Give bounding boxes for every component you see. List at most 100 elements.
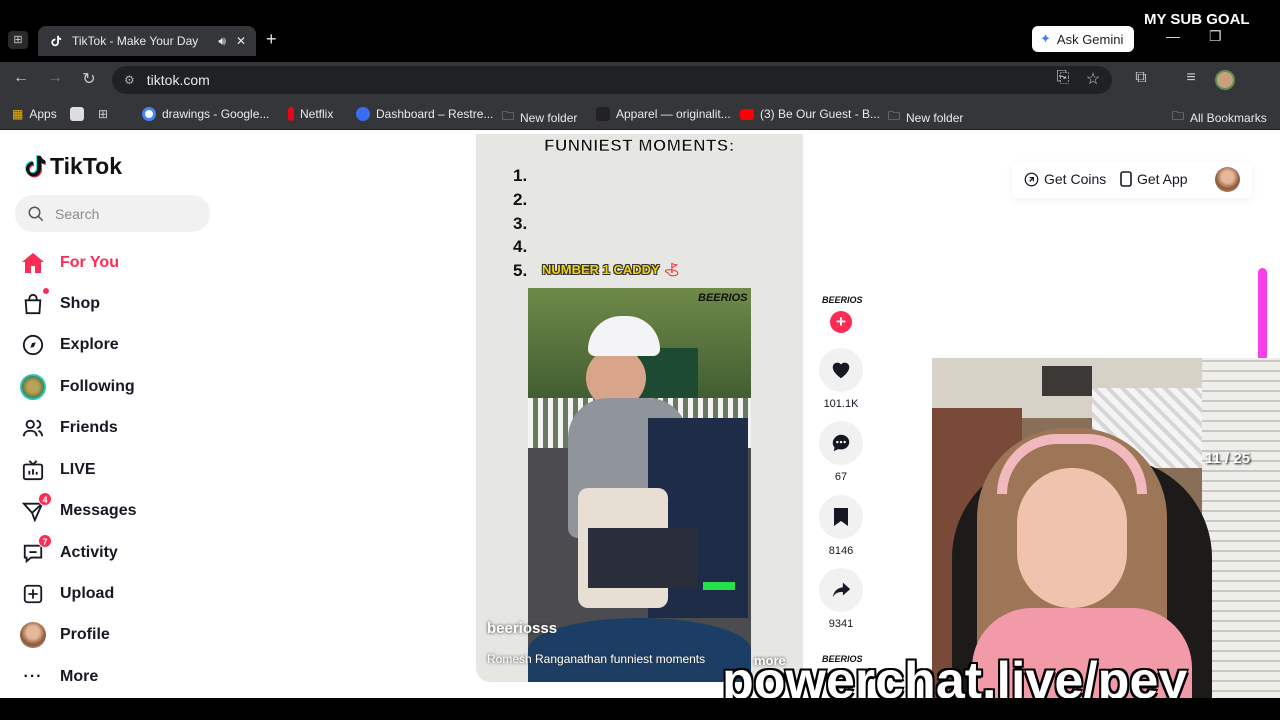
youtube-icon <box>740 108 754 120</box>
tab-close-icon[interactable]: ✕ <box>236 34 246 48</box>
tiktok-favicon-icon <box>48 33 64 49</box>
forward-icon[interactable]: → <box>44 69 66 87</box>
search-placeholder: Search <box>55 205 100 222</box>
bookmark-folder-2[interactable]: 🗀 New folder <box>888 107 963 128</box>
browser-tab[interactable]: TikTok - Make Your Day 🔊︎ ✕ <box>38 26 256 56</box>
speaker-icon[interactable]: 🔊︎ <box>218 34 226 49</box>
notification-dot <box>43 288 49 294</box>
like-count: 101.1K <box>823 398 859 410</box>
like-action[interactable]: 101.1K <box>819 348 863 410</box>
site-settings-icon[interactable]: ⚙ <box>124 73 135 87</box>
bookmark-star-icon[interactable]: ☆ <box>1082 69 1104 89</box>
bookmark-icon[interactable] <box>819 495 863 539</box>
folder-icon: 🗀 <box>888 109 901 123</box>
bookmark-folder-1[interactable]: 🗀 New folder <box>502 107 577 128</box>
new-tab-button[interactable]: + <box>266 29 277 50</box>
ask-gemini-label: Ask Gemini <box>1056 31 1124 47</box>
nav-label: Activity <box>60 544 118 561</box>
minimize-icon[interactable]: — <box>1166 28 1180 44</box>
comment-action[interactable]: 67 <box>819 421 863 483</box>
share-count: 9341 <box>828 618 854 630</box>
share-action[interactable]: 9341 <box>819 568 863 630</box>
video-player[interactable]: FUNNIEST MOMENTS: 1. 2. 3. 4. 5. NUMBER … <box>476 134 803 682</box>
tab-groups-icon[interactable]: ⊞ <box>98 107 108 121</box>
bookmark-all[interactable]: 🗀 All Bookmarks <box>1172 107 1267 128</box>
nav-profile[interactable]: Profile <box>20 622 110 648</box>
nav-label: Messages <box>60 502 137 519</box>
video-counter: 11 / 25 <box>1205 450 1251 467</box>
comment-icon[interactable] <box>819 421 863 465</box>
bookmark-youtube[interactable]: (3) Be Our Guest - B... <box>740 107 880 121</box>
bookmark-netflix[interactable]: Netflix <box>288 107 333 121</box>
screen: ⊞ TikTok - Make Your Day 🔊︎ ✕ + MY SUB G… <box>0 0 1280 720</box>
bookmark-apparel[interactable]: Apparel — originalit... <box>596 107 731 121</box>
save-count: 8146 <box>828 545 854 557</box>
tab-search-button[interactable]: ⊞ <box>8 31 28 49</box>
user-avatar[interactable] <box>1215 167 1240 192</box>
nav-explore[interactable]: Explore <box>20 332 119 358</box>
apps-grid-icon: ▦ <box>12 107 24 121</box>
nav-messages[interactable]: 4 Messages <box>20 492 137 524</box>
search-icon <box>28 206 44 221</box>
tab-title: TikTok - Make Your Day <box>72 34 199 48</box>
get-coins-button[interactable]: Get Coins <box>1024 171 1106 187</box>
creator-avatar[interactable]: BEERIOS <box>822 290 863 310</box>
messages-icon: 4 <box>20 492 52 524</box>
more-icon: ··· <box>23 668 43 685</box>
bookmark-apps[interactable]: ▦ Apps <box>12 107 57 121</box>
follow-plus-button[interactable]: + <box>830 311 852 333</box>
nav-label: For You <box>60 254 119 271</box>
video-list-item: 5. <box>513 261 528 280</box>
profile-avatar-icon[interactable] <box>1215 70 1235 90</box>
extensions-icon[interactable]: ⧉ <box>1130 69 1152 87</box>
url-bar[interactable]: ⚙ tiktok.com <box>112 66 1112 94</box>
home-icon <box>20 250 46 276</box>
ask-gemini-button[interactable]: ✦ Ask Gemini <box>1032 26 1134 52</box>
back-icon[interactable]: ← <box>10 69 32 87</box>
bookmark-dashboard[interactable]: Dashboard – Restre... <box>356 107 493 121</box>
nav-label: Explore <box>60 336 119 353</box>
netflix-icon <box>288 107 294 121</box>
bookmark-blank[interactable] <box>70 107 84 121</box>
google-icon <box>142 107 156 121</box>
nav-label: Following <box>60 378 135 395</box>
nav-label: Profile <box>60 626 110 643</box>
profile-avatar-icon <box>20 622 46 648</box>
nav-label: Shop <box>60 295 100 312</box>
reload-icon[interactable]: ↻ <box>78 69 100 89</box>
nav-more[interactable]: ··· More <box>20 664 99 690</box>
compass-icon <box>20 332 46 358</box>
nav-following[interactable]: Following <box>20 374 135 400</box>
nav-shop[interactable]: Shop <box>20 288 100 317</box>
save-action[interactable]: 8146 <box>819 495 863 557</box>
gemini-sparkle-icon: ✦ <box>1040 31 1051 46</box>
site-icon <box>596 107 610 121</box>
search-input[interactable]: Search <box>15 195 210 232</box>
tiktok-wordmark: TikTok <box>50 153 122 179</box>
golf-flag-icon: ⛳︎ <box>663 262 680 277</box>
tiktok-logo[interactable]: TikTok <box>22 153 122 180</box>
shop-icon <box>20 288 49 317</box>
video-username[interactable]: beeriosss <box>487 620 557 637</box>
nav-activity[interactable]: 7 Activity <box>20 534 118 566</box>
share-icon[interactable] <box>819 568 863 612</box>
video-heading: FUNNIEST MOMENTS: <box>544 136 735 156</box>
friends-icon <box>20 415 46 441</box>
restore-icon[interactable]: ❐ <box>1209 28 1222 45</box>
nav-for-you[interactable]: For You <box>20 250 119 276</box>
heart-icon[interactable] <box>819 348 863 392</box>
nav-upload[interactable]: Upload <box>20 581 114 607</box>
url-text: tiktok.com <box>146 72 210 88</box>
video-watermark: BEERIOS <box>698 292 748 304</box>
tiktok-logo-icon <box>25 154 46 177</box>
nav-friends[interactable]: Friends <box>20 415 118 441</box>
video-list-item: 4. <box>513 237 528 256</box>
video-list-item: 2. <box>513 190 528 209</box>
video-list-item: 3. <box>513 214 528 233</box>
bookmark-drawings[interactable]: drawings - Google... <box>142 107 269 121</box>
install-app-icon[interactable]: ⎘ <box>1052 69 1074 87</box>
media-control-icon[interactable]: ≡ <box>1180 69 1202 87</box>
nav-live[interactable]: LIVE <box>20 457 96 483</box>
phone-icon <box>1120 171 1132 187</box>
get-app-button[interactable]: Get App <box>1120 171 1188 187</box>
